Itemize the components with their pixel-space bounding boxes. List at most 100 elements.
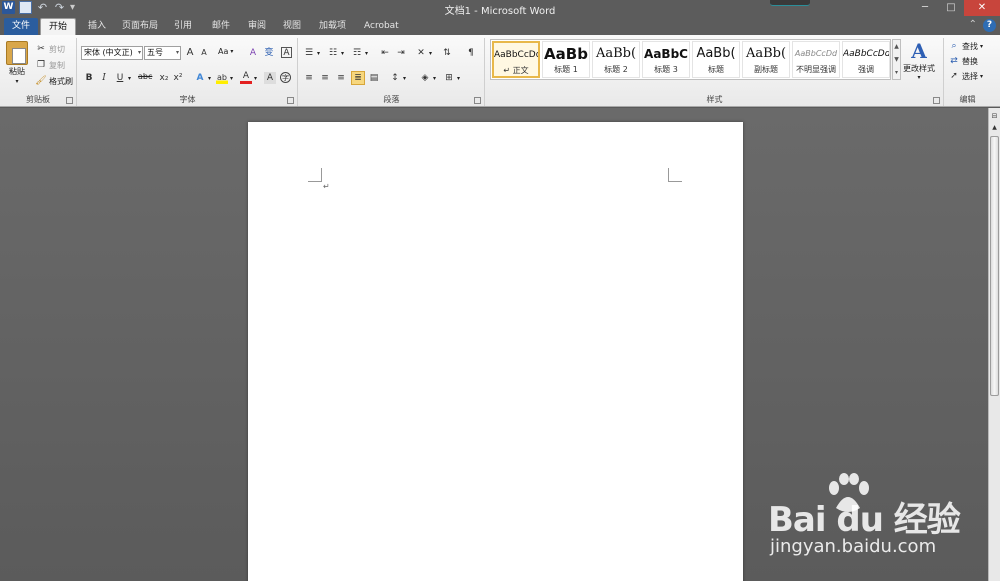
italic-button[interactable]: I	[98, 72, 110, 84]
borders-button[interactable]: ⊞ ▾	[443, 72, 460, 84]
bold-button[interactable]: B	[83, 72, 95, 84]
align-right-button[interactable]: ≡	[335, 72, 347, 84]
help-icon[interactable]: ?	[983, 19, 996, 32]
sort-button[interactable]: ⇅	[441, 47, 453, 59]
tab-2[interactable]: 页面布局	[114, 18, 166, 35]
tab-7[interactable]: 加载项	[311, 18, 354, 35]
tab-0[interactable]: 开始	[40, 18, 77, 35]
quick-styles-gallery: AaBbCcDd ↵ 正文 AaBb 标题 1 AaBb(标题 2 AaBbC 标题 3 Aa…	[490, 39, 891, 80]
style-item-5[interactable]: AaBb(副标题	[742, 41, 790, 78]
tab-file[interactable]: 文件	[4, 18, 38, 35]
style-sample: AaBb	[544, 45, 588, 63]
style-label: 标题 1	[554, 65, 578, 74]
line-spacing-icon: ↕	[391, 73, 399, 83]
copy-label: 复制	[49, 60, 65, 70]
grow-font-button[interactable]: A	[184, 47, 196, 59]
style-item-3[interactable]: AaBbC 标题 3	[642, 41, 690, 78]
highlight-button[interactable]: ab ▾	[216, 72, 233, 84]
scrollbar-thumb[interactable]	[990, 136, 999, 396]
tab-4[interactable]: 邮件	[204, 18, 238, 35]
tab-3[interactable]: 引用	[166, 18, 200, 35]
underline-button[interactable]: U ▾	[114, 72, 131, 84]
font-launcher-icon[interactable]	[287, 97, 294, 104]
line-spacing-button[interactable]: ↕ ▾	[389, 72, 406, 84]
font-color-button[interactable]: A ▾	[240, 72, 257, 84]
numbering-button[interactable]: ☷ ▾	[327, 47, 344, 59]
bullets-button[interactable]: ☰ ▾	[303, 47, 320, 59]
superscript-icon: x²	[173, 73, 183, 83]
styles-launcher-icon[interactable]	[933, 97, 940, 104]
increase-indent-button[interactable]: ⇥	[395, 47, 407, 59]
paragraph-launcher-icon[interactable]	[474, 97, 481, 104]
clipboard-launcher-icon[interactable]	[66, 97, 73, 104]
scissors-icon: ✂	[37, 44, 45, 54]
tab-8[interactable]: Acrobat	[356, 18, 407, 35]
font-size-combo[interactable]: 五号 ▾	[144, 46, 181, 60]
style-item-1[interactable]: AaBb 标题 1	[542, 41, 590, 78]
style-label: 标题 3	[654, 65, 678, 74]
style-item-6[interactable]: AaBbCcDd 不明显强调	[792, 41, 840, 78]
change-styles-button[interactable]: A 更改样式 ▾	[903, 39, 935, 81]
chevron-up-icon[interactable]: ▲	[893, 40, 900, 53]
paste-button[interactable]: 粘贴 ▾	[6, 41, 28, 85]
clear-formatting-button[interactable]: A	[247, 47, 259, 59]
minimize-button[interactable]: ─	[912, 0, 938, 16]
shading-button[interactable]: ◈ ▾	[419, 72, 436, 84]
align-left-button[interactable]: ≡	[303, 72, 315, 84]
font-name-value: 宋体 (中文正)	[84, 48, 133, 57]
character-shading-icon: A	[264, 72, 276, 84]
phonetic-guide-icon: 变	[264, 48, 274, 58]
multilevel-list-button[interactable]: ☶ ▾	[351, 47, 368, 59]
gallery-more-icon[interactable]: ▾	[893, 66, 900, 79]
minimize-ribbon-icon[interactable]: ⌃	[969, 19, 977, 32]
chevron-down-icon[interactable]: ▼	[893, 53, 900, 66]
gallery-scroll[interactable]: ▲ ▼ ▾	[892, 39, 901, 80]
superscript-button[interactable]: x²	[172, 72, 184, 84]
find-label: 查找	[962, 41, 978, 51]
replace-label: 替换	[962, 56, 978, 66]
decrease-indent-icon: ⇤	[381, 48, 389, 58]
tab-6[interactable]: 视图	[275, 18, 309, 35]
document-page[interactable]: ↵	[248, 122, 743, 581]
character-border-button[interactable]: A	[281, 47, 292, 58]
tab-1[interactable]: 插入	[80, 18, 114, 35]
cut-button[interactable]: ✂ 剪切	[35, 43, 65, 55]
scroll-up-icon[interactable]: ▲	[990, 124, 999, 134]
character-border-icon: A	[281, 47, 292, 58]
phonetic-guide-button[interactable]: 变	[263, 47, 275, 59]
show-marks-button[interactable]: ¶	[465, 47, 477, 59]
character-shading-button[interactable]: A	[264, 72, 276, 84]
find-button[interactable]: ⌕ 查找 ▾	[948, 40, 983, 52]
chinese-layout-button[interactable]: ✕ ▾	[415, 47, 432, 59]
style-sample: AaBbC	[644, 47, 688, 61]
close-button[interactable]: ✕	[964, 0, 1000, 16]
copy-button[interactable]: ❐ 复制	[35, 59, 65, 71]
subscript-button[interactable]: x₂	[158, 72, 170, 84]
select-button[interactable]: ➚ 选择 ▾	[948, 70, 983, 82]
style-item-4[interactable]: AaBb(标题	[692, 41, 740, 78]
text-effects-button[interactable]: A ▾	[194, 72, 212, 84]
maximize-button[interactable]: □	[938, 0, 964, 16]
tab-5[interactable]: 审阅	[240, 18, 274, 35]
align-left-icon: ≡	[305, 73, 313, 83]
vertical-scrollbar[interactable]: ⊟ ▲	[988, 108, 1000, 581]
pilcrow-icon: ¶	[468, 48, 474, 58]
chevron-down-icon: ▾	[254, 74, 258, 82]
watermark-url: jingyan.baidu.com	[770, 536, 937, 557]
ruler-toggle-icon[interactable]: ⊟	[990, 112, 999, 122]
strikethrough-button[interactable]: abc	[138, 72, 152, 81]
font-name-combo[interactable]: 宋体 (中文正) ▾	[81, 46, 143, 60]
style-item-0[interactable]: AaBbCcDd ↵ 正文	[492, 41, 540, 78]
style-item-7[interactable]: AaBbCcDd 强调	[842, 41, 890, 78]
align-center-button[interactable]: ≡	[319, 72, 331, 84]
decrease-indent-button[interactable]: ⇤	[379, 47, 391, 59]
shrink-font-button[interactable]: A	[198, 47, 210, 59]
replace-button[interactable]: ⇄ 替换	[948, 55, 978, 67]
enclose-characters-button[interactable]: 字	[280, 72, 291, 83]
justify-button[interactable]: ≣	[351, 71, 365, 85]
format-painter-button[interactable]: 🖌 格式刷	[35, 75, 73, 87]
style-item-2[interactable]: AaBb(标题 2	[592, 41, 640, 78]
bold-icon: B	[85, 73, 93, 83]
distributed-button[interactable]: ▤	[368, 72, 380, 84]
change-case-button[interactable]: Aa ▾	[218, 47, 233, 56]
